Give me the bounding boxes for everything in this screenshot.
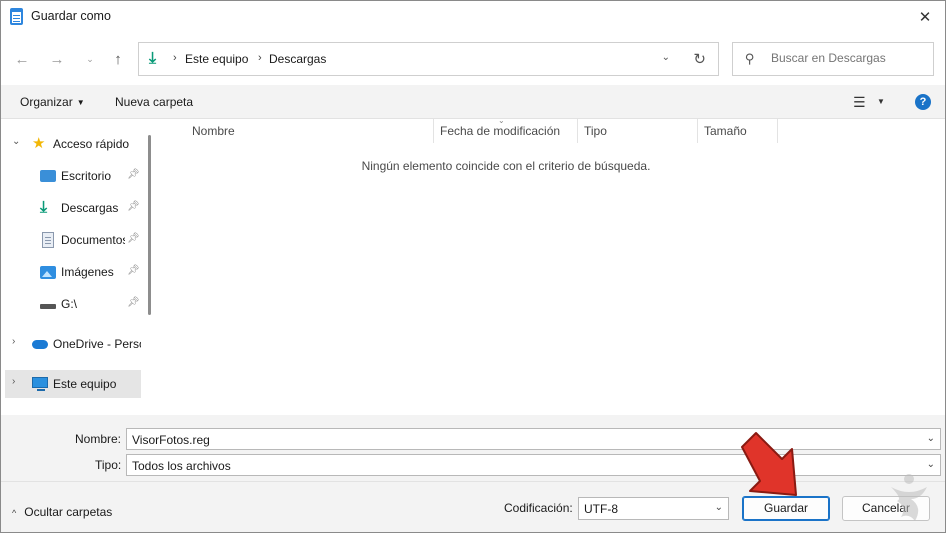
- nav-item-quick-access[interactable]: ⌄ ★ Acceso rápido: [1, 130, 141, 158]
- download-icon: ⤓: [149, 50, 157, 67]
- save-button[interactable]: Guardar: [742, 496, 830, 521]
- nav-item-label: Imágenes: [61, 265, 114, 279]
- column-header-label: Nombre: [192, 124, 235, 138]
- refresh-icon[interactable]: ↻: [693, 50, 706, 68]
- pin-icon: 📌︎: [127, 233, 140, 244]
- address-row: ← → ⌄ ↑ ⤓ › Este equipo › Descargas ⌄ ↻ …: [1, 33, 945, 85]
- navigation-scrollbar[interactable]: [148, 135, 151, 315]
- caret-up-icon: ^: [12, 508, 17, 518]
- file-name-value: VisorFotos.reg: [132, 433, 210, 447]
- file-name-field[interactable]: VisorFotos.reg ⌄: [126, 428, 941, 450]
- chevron-down-icon: ⌄: [86, 53, 94, 64]
- forward-button[interactable]: →: [46, 48, 68, 70]
- search-icon: ⚲: [745, 51, 755, 66]
- nav-item-documents[interactable]: Documentos 📌︎: [1, 226, 141, 254]
- command-toolbar: Organizar ▼ Nueva carpeta ☰ ▼ ?: [1, 85, 945, 119]
- nav-item-label: Documentos: [61, 233, 125, 247]
- address-history-dropdown[interactable]: ⌄: [662, 52, 670, 63]
- drive-icon: [40, 304, 56, 309]
- close-button[interactable]: ✕: [905, 1, 945, 33]
- chevron-down-icon[interactable]: ⌄: [927, 459, 935, 470]
- file-type-label: Tipo:: [95, 458, 122, 472]
- column-header-label: Fecha de modificación: [440, 124, 561, 138]
- pictures-icon: [40, 266, 56, 279]
- hide-folders-label: Ocultar carpetas: [24, 505, 113, 519]
- caret-down-icon: ▼: [76, 98, 85, 107]
- nav-item-drive-g[interactable]: G:\ 📌︎: [1, 290, 141, 318]
- column-header-date[interactable]: Fecha de modificación: [434, 119, 578, 143]
- nav-item-desktop[interactable]: Escritorio 📌︎: [1, 162, 141, 190]
- arrow-left-icon: ←: [14, 50, 30, 68]
- help-button[interactable]: ?: [915, 94, 931, 110]
- nav-item-onedrive[interactable]: › OneDrive - Personal: [1, 330, 141, 358]
- organize-label: Organizar: [20, 95, 73, 109]
- navigation-pane: ⌄ ★ Acceso rápido Escritorio 📌︎ ⤓ Descar…: [1, 119, 158, 415]
- file-type-select[interactable]: Todos los archivos ⌄: [126, 454, 941, 476]
- file-list-pane: ⌄ Nombre Fecha de modificación Tipo Tama…: [158, 116, 945, 415]
- computer-icon: [32, 377, 48, 391]
- nav-item-downloads[interactable]: ⤓ Descargas 📌︎: [1, 194, 141, 222]
- file-type-value: Todos los archivos: [132, 459, 231, 473]
- arrow-up-icon: ↑: [114, 50, 122, 68]
- chevron-down-icon[interactable]: ⌄: [927, 433, 935, 444]
- breadcrumb-este-equipo[interactable]: Este equipo: [185, 52, 248, 66]
- breadcrumb-descargas[interactable]: Descargas: [269, 52, 326, 66]
- organize-menu-button[interactable]: Organizar ▼: [20, 95, 85, 109]
- cancel-button[interactable]: Cancelar: [842, 496, 930, 521]
- encoding-value: UTF-8: [584, 502, 618, 516]
- pin-icon: 📌︎: [127, 265, 140, 276]
- title-bar: Guardar como ✕: [1, 1, 945, 33]
- column-header-label: Tipo: [584, 124, 607, 138]
- pin-icon: 📌︎: [127, 201, 140, 212]
- breadcrumb-separator: ›: [173, 52, 177, 64]
- nav-item-label: Escritorio: [61, 169, 112, 183]
- star-icon: ★: [32, 135, 46, 152]
- search-box[interactable]: ⚲: [732, 42, 934, 76]
- pin-icon: 📌︎: [127, 169, 140, 180]
- close-icon: ✕: [918, 9, 932, 26]
- column-header-label: Tamaño: [704, 124, 747, 138]
- encoding-select[interactable]: UTF-8 ⌄: [578, 497, 729, 520]
- file-name-label: Nombre:: [75, 432, 122, 446]
- up-button[interactable]: ↑: [107, 48, 129, 70]
- nav-item-label: Acceso rápido: [53, 137, 130, 151]
- empty-results-message: Ningún elemento coincide con el criterio…: [361, 159, 651, 173]
- arrow-right-icon: →: [49, 50, 65, 68]
- encoding-label: Codificación:: [504, 501, 573, 515]
- hide-folders-button[interactable]: ^ Ocultar carpetas: [12, 505, 112, 519]
- save-form: Nombre: VisorFotos.reg ⌄ Tipo: Todos los…: [1, 415, 945, 481]
- back-button[interactable]: ←: [11, 48, 33, 70]
- notepad-icon: [10, 8, 23, 25]
- column-header-type[interactable]: Tipo: [578, 119, 698, 143]
- chevron-right-icon[interactable]: ›: [12, 376, 15, 387]
- nav-item-label: G:\: [61, 297, 78, 311]
- chevron-down-icon[interactable]: ⌄: [715, 502, 723, 513]
- nav-item-pictures[interactable]: Imágenes 📌︎: [1, 258, 141, 286]
- nav-item-this-pc[interactable]: › Este equipo: [5, 370, 141, 398]
- recent-locations-button[interactable]: ⌄: [79, 48, 101, 70]
- nav-item-label: Este equipo: [53, 377, 117, 391]
- desktop-icon: [40, 170, 56, 182]
- pin-icon: 📌︎: [127, 297, 140, 308]
- search-input[interactable]: [771, 51, 921, 65]
- column-header-name[interactable]: Nombre: [158, 119, 434, 143]
- new-folder-button[interactable]: Nueva carpeta: [115, 95, 193, 109]
- nav-item-label: Descargas: [61, 201, 119, 215]
- column-header-size[interactable]: Tamaño: [698, 119, 778, 143]
- view-options-button[interactable]: ☰: [853, 94, 866, 111]
- document-icon: [42, 232, 54, 248]
- nav-item-label: OneDrive - Personal: [53, 337, 141, 351]
- window-title: Guardar como: [31, 9, 111, 23]
- save-as-dialog: Guardar como ✕ ← → ⌄ ↑ ⤓ › Este equipo ›…: [0, 0, 946, 533]
- onedrive-icon: [32, 340, 48, 349]
- download-icon: ⤓: [40, 199, 48, 216]
- chevron-right-icon[interactable]: ›: [12, 336, 15, 347]
- view-options-dropdown[interactable]: ▼: [877, 97, 885, 106]
- dialog-footer: ^ Ocultar carpetas Codificación: UTF-8 ⌄ …: [1, 481, 945, 532]
- chevron-down-icon[interactable]: ⌄: [12, 136, 20, 147]
- list-view-icon: ☰: [853, 94, 866, 110]
- breadcrumb-separator: ›: [258, 52, 262, 64]
- address-bar[interactable]: ⤓ › Este equipo › Descargas ⌄ ↻: [138, 42, 719, 76]
